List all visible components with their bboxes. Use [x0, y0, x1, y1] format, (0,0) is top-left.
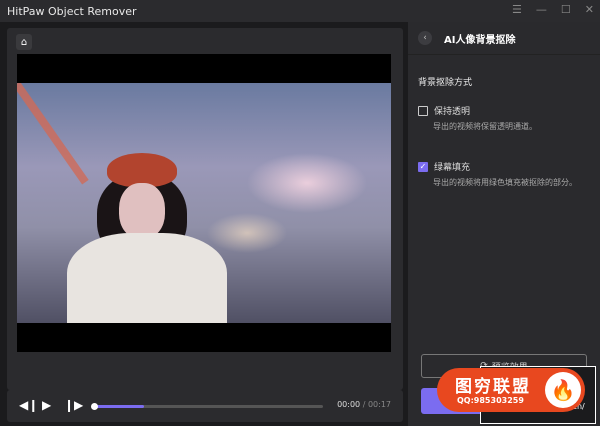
- watermark-qq: QQ:985303259: [457, 396, 524, 405]
- close-icon[interactable]: ✕: [585, 3, 594, 16]
- back-button[interactable]: ‹: [418, 31, 432, 45]
- beret: [107, 153, 177, 187]
- total-time: 00:17: [367, 400, 391, 409]
- home-button[interactable]: ⌂: [16, 34, 32, 50]
- watermark-text: 图穷联盟: [455, 377, 531, 397]
- time-separator: /: [360, 400, 368, 409]
- video-preview: [17, 54, 391, 352]
- title-bar: HitPaw Object Remover ☰ — ☐ ✕: [0, 0, 600, 22]
- option-label: 绿幕填充: [434, 163, 471, 173]
- panel-title: AI人像背景抠除: [444, 34, 516, 46]
- woman-figure: [57, 153, 227, 323]
- checkbox-transparent[interactable]: [418, 105, 428, 116]
- current-time: 00:00: [337, 400, 361, 409]
- face: [119, 183, 165, 239]
- maximize-icon[interactable]: ☐: [561, 3, 571, 16]
- scarf: [67, 233, 227, 323]
- progress-slider[interactable]: [91, 403, 323, 410]
- checkbox-green-screen[interactable]: ✓: [418, 161, 428, 172]
- slider-handle[interactable]: [91, 403, 98, 410]
- section-title: 背景抠除方式: [418, 78, 473, 88]
- option-green-screen[interactable]: ✓ 绿幕填充: [418, 160, 470, 173]
- watermark-logo: 图穷联盟 QQ:985303259 🔥: [437, 368, 585, 412]
- home-icon: ⌂: [20, 36, 28, 48]
- chevron-left-icon: ‹: [423, 33, 427, 43]
- progress-fill: [93, 405, 144, 408]
- option-description: 导出的视频将保留透明通道。: [433, 122, 537, 131]
- option-description: 导出的视频将用绿色填充被抠除的部分。: [433, 178, 577, 187]
- flame-icon: 🔥: [545, 372, 581, 408]
- time-display: 00:00 / 00:17: [337, 400, 391, 409]
- app-title: HitPaw Object Remover: [7, 4, 137, 18]
- video-frame: [17, 83, 391, 323]
- minimize-icon[interactable]: —: [536, 3, 547, 16]
- menu-icon[interactable]: ☰: [512, 3, 522, 16]
- playback-controls: ◀❙ ▶ ❙▶ 00:00 / 00:17: [7, 390, 403, 422]
- option-transparent[interactable]: 保持透明: [418, 104, 470, 117]
- play-icon[interactable]: ▶: [42, 398, 51, 412]
- option-label: 保持透明: [434, 107, 471, 117]
- check-icon: ✓: [419, 162, 427, 171]
- next-frame-icon[interactable]: ❙▶: [64, 398, 83, 412]
- previous-frame-icon[interactable]: ◀❙: [19, 398, 38, 412]
